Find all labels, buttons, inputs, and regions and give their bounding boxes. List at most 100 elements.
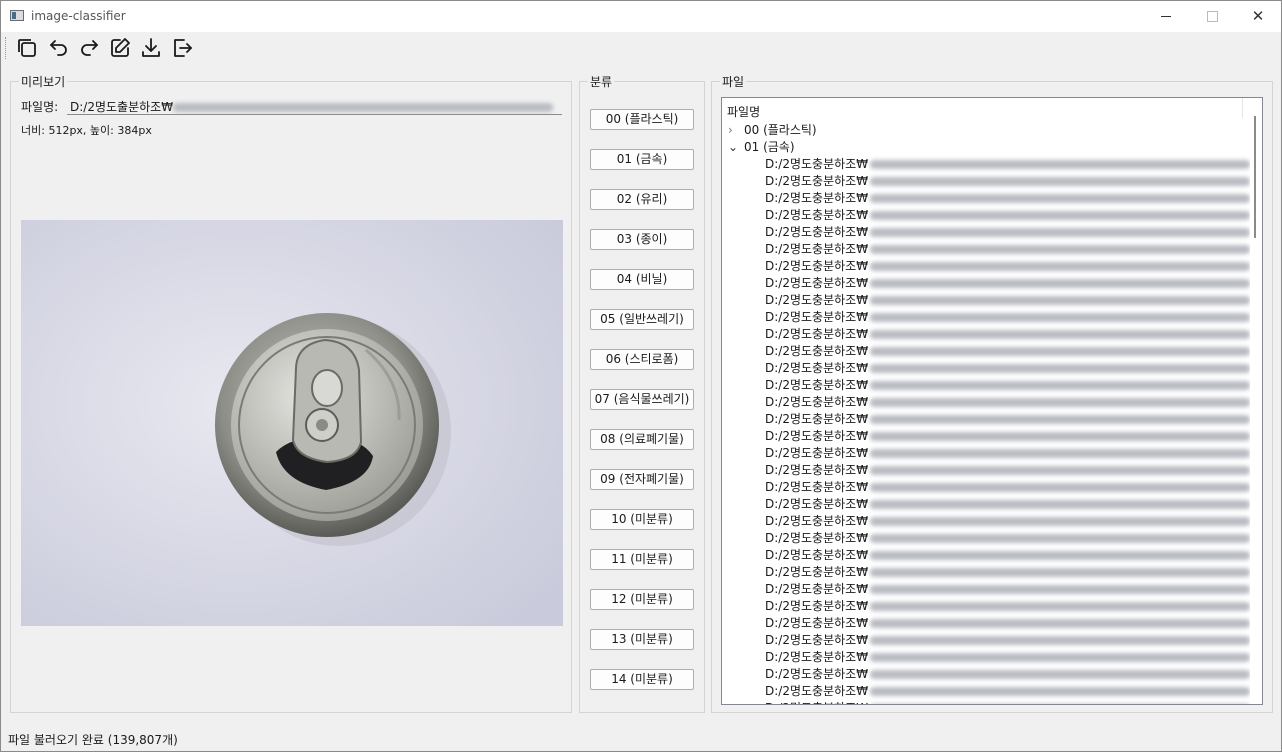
chevron-down-icon[interactable]: ⌄	[728, 139, 744, 156]
file-row[interactable]: D:/2명도충분하조₩	[765, 666, 1251, 683]
file-path-prefix: D:/2명도충분하조₩	[765, 242, 869, 256]
filename-field[interactable]: D:/2명도출분하조₩	[67, 96, 562, 115]
file-path-blurred	[870, 228, 1251, 237]
file-row[interactable]: D:/2명도충분하조₩	[765, 428, 1251, 445]
file-path-prefix: D:/2명도충분하조₩	[765, 582, 869, 596]
file-path-prefix: D:/2명도충분하조₩	[765, 361, 869, 375]
file-row[interactable]: D:/2명도충분하조₩	[765, 649, 1251, 666]
file-row[interactable]: D:/2명도충분하조₩	[765, 462, 1251, 479]
classify-button-14[interactable]: 14 (미분류)	[590, 669, 694, 690]
vertical-scrollbar[interactable]	[1250, 98, 1262, 704]
redo-icon	[81, 40, 98, 56]
title-bar: image-classifier ✕	[1, 1, 1281, 32]
classify-button-11[interactable]: 11 (미분류)	[590, 549, 694, 570]
preview-group-label: 미리보기	[19, 73, 68, 90]
classify-button-03[interactable]: 03 (종이)	[590, 229, 694, 250]
file-path-prefix: D:/2명도충분하조₩	[765, 548, 869, 562]
exit-button[interactable]	[170, 36, 194, 60]
classify-button-07[interactable]: 07 (음식물쓰레기)	[590, 389, 694, 410]
file-path-prefix: D:/2명도충분하조₩	[765, 599, 869, 613]
file-path-blurred	[870, 602, 1251, 611]
file-row[interactable]: D:/2명도충분하조₩	[765, 156, 1251, 173]
file-row[interactable]: D:/2명도충분하조₩	[765, 275, 1251, 292]
tree-header-divider	[1242, 98, 1243, 118]
minimize-button[interactable]	[1143, 1, 1189, 32]
file-row[interactable]: D:/2명도충분하조₩	[765, 258, 1251, 275]
classify-button-09[interactable]: 09 (전자폐기물)	[590, 469, 694, 490]
classify-button-02[interactable]: 02 (유리)	[590, 189, 694, 210]
file-row[interactable]: D:/2명도충분하조₩	[765, 207, 1251, 224]
classify-button-01[interactable]: 01 (금속)	[590, 149, 694, 170]
toolbar	[1, 32, 1281, 65]
file-path-blurred	[870, 160, 1251, 169]
file-row[interactable]: D:/2명도충분하조₩	[765, 326, 1251, 343]
exit-icon	[174, 39, 192, 57]
file-row[interactable]: D:/2명도충분하조₩	[765, 377, 1251, 394]
classify-button-05[interactable]: 05 (일반쓰레기)	[590, 309, 694, 330]
toolbar-grip[interactable]	[5, 37, 8, 59]
classify-button-10[interactable]: 10 (미분류)	[590, 509, 694, 530]
classify-button-12[interactable]: 12 (미분류)	[590, 589, 694, 610]
classify-button-08[interactable]: 08 (의료폐기물)	[590, 429, 694, 450]
file-path-blurred	[870, 296, 1251, 305]
file-row[interactable]: D:/2명도충분하조₩	[765, 360, 1251, 377]
file-path-blurred	[870, 585, 1251, 594]
tree-folder-00[interactable]: › 00 (플라스틱)	[728, 122, 817, 139]
classify-group-label: 분류	[588, 73, 615, 90]
file-row[interactable]: D:/2명도충분하조₩	[765, 241, 1251, 258]
classify-button-00[interactable]: 00 (플라스틱)	[590, 109, 694, 130]
file-row[interactable]: D:/2명도충분하조₩	[765, 224, 1251, 241]
close-button[interactable]: ✕	[1235, 1, 1281, 32]
tree-folder-01[interactable]: ⌄ 01 (금속)	[728, 139, 795, 156]
file-row[interactable]: D:/2명도충분하조₩	[765, 394, 1251, 411]
file-row[interactable]: D:/2명도충분하조₩	[765, 292, 1251, 309]
undo-button[interactable]	[47, 36, 71, 60]
copy-icon	[18, 39, 36, 57]
file-row[interactable]: D:/2명도충분하조₩	[765, 683, 1251, 700]
file-tree[interactable]: 파일명 › 00 (플라스틱) ⌄ 01 (금속) D:/2명도충분하조₩ D:/2명…	[721, 97, 1263, 705]
edit-button[interactable]	[108, 36, 132, 60]
file-path-prefix: D:/2명도충분하조₩	[765, 327, 869, 341]
file-path-blurred	[870, 449, 1251, 458]
classify-button-06[interactable]: 06 (스티로폼)	[590, 349, 694, 370]
file-row[interactable]: D:/2명도충분하조₩	[765, 496, 1251, 513]
file-path-prefix: D:/2명도충분하조₩	[765, 174, 869, 188]
file-path-prefix: D:/2명도충분하조₩	[765, 344, 869, 358]
download-button[interactable]	[139, 36, 163, 60]
file-row[interactable]: D:/2명도충분하조₩	[765, 564, 1251, 581]
file-path-blurred	[870, 534, 1251, 543]
chevron-right-icon[interactable]: ›	[728, 122, 744, 139]
file-row[interactable]: D:/2명도충분하조₩	[765, 479, 1251, 496]
copy-button[interactable]	[15, 36, 39, 60]
file-row[interactable]: D:/2명도충분하조₩	[765, 190, 1251, 207]
file-row[interactable]: D:/2명도충분하조₩	[765, 581, 1251, 598]
file-path-blurred	[870, 245, 1251, 254]
file-row[interactable]: D:/2명도충분하조₩	[765, 309, 1251, 326]
file-path-prefix: D:/2명도충분하조₩	[765, 565, 869, 579]
file-row[interactable]: D:/2명도충분하조₩	[765, 547, 1251, 564]
file-path-prefix: D:/2명도충분하조₩	[765, 378, 869, 392]
file-row[interactable]: D:/2명도충분하조₩	[765, 411, 1251, 428]
file-row[interactable]: D:/2명도충분하조₩	[765, 445, 1251, 462]
classify-button-13[interactable]: 13 (미분류)	[590, 629, 694, 650]
can-image	[21, 220, 563, 626]
classify-button-04[interactable]: 04 (비닐)	[590, 269, 694, 290]
scrollbar-thumb[interactable]	[1254, 116, 1256, 238]
file-row[interactable]: D:/2명도충분하조₩	[765, 530, 1251, 547]
file-row[interactable]: D:/2명도충분하조₩	[765, 632, 1251, 649]
file-path-prefix: D:/2명도충분하조₩	[765, 684, 869, 698]
redo-button[interactable]	[77, 36, 101, 60]
file-row[interactable]: D:/2명도충분하조₩	[765, 513, 1251, 530]
maximize-button[interactable]	[1189, 1, 1235, 32]
file-path-blurred	[870, 517, 1251, 526]
file-path-prefix: D:/2명도충분하조₩	[765, 293, 869, 307]
file-path-prefix: D:/2명도충분하조₩	[765, 446, 869, 460]
file-row[interactable]: D:/2명도충분하조₩	[765, 700, 1250, 704]
file-row[interactable]: D:/2명도충분하조₩	[765, 173, 1251, 190]
file-row[interactable]: D:/2명도충분하조₩	[765, 598, 1251, 615]
download-icon	[142, 38, 160, 57]
file-row[interactable]: D:/2명도충분하조₩	[765, 343, 1251, 360]
file-row[interactable]: D:/2명도충분하조₩	[765, 615, 1251, 632]
file-path-blurred	[870, 177, 1251, 186]
file-path-prefix: D:/2명도충분하조₩	[765, 412, 869, 426]
